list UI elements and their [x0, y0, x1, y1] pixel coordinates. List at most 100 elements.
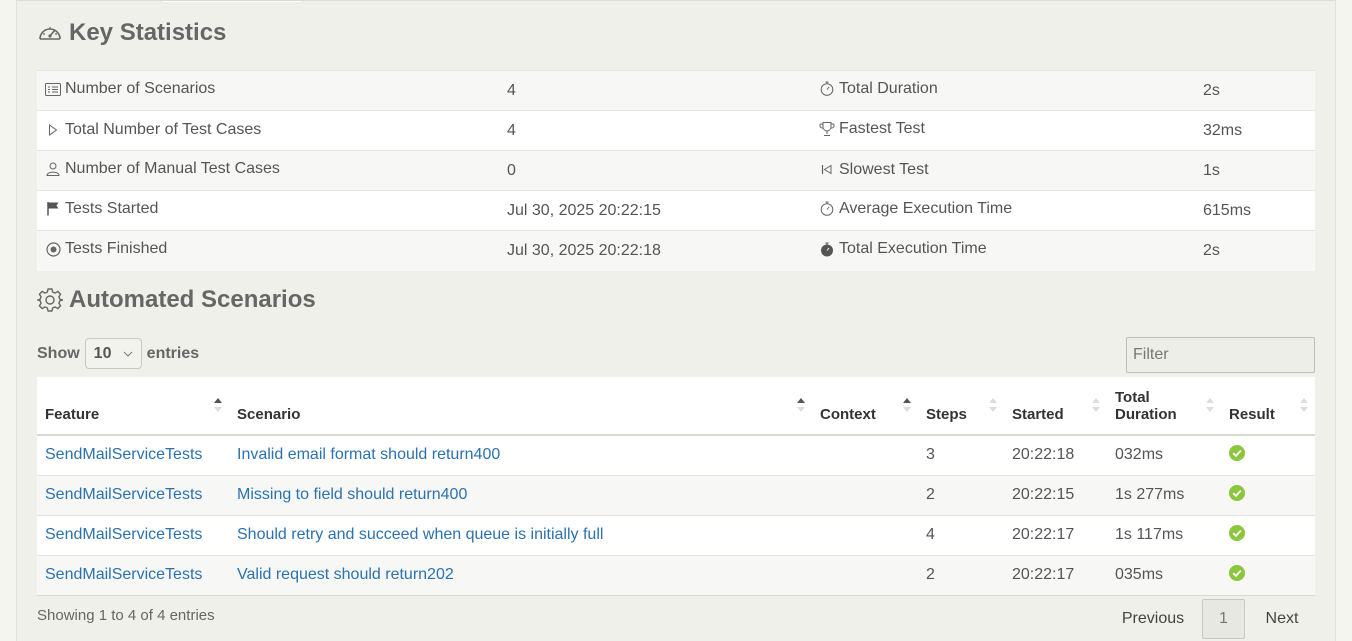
previous-page-button[interactable]: Previous: [1112, 599, 1194, 639]
check-circle-icon: [1229, 484, 1245, 501]
next-page-button[interactable]: Next: [1252, 599, 1312, 639]
feature-link[interactable]: SendMailServiceTests: [45, 446, 202, 463]
filter-input[interactable]: [1126, 337, 1315, 373]
sort-icon: [1092, 398, 1100, 412]
stopwatch-icon: [819, 201, 835, 217]
stat-value: 4: [499, 110, 811, 151]
sort-icon: [1206, 398, 1214, 412]
check-circle-icon: [1229, 444, 1245, 461]
check-circle-icon: [1229, 524, 1245, 541]
column-header-scenario[interactable]: Scenario: [229, 377, 812, 436]
column-header-started[interactable]: Started: [1004, 377, 1107, 436]
sort-icon: [1300, 398, 1308, 412]
table-header-row: Feature Scenario Context Steps Started T…: [37, 377, 1315, 436]
column-label: Result: [1229, 406, 1275, 423]
column-label: Started: [1012, 406, 1064, 423]
stat-label: Fastest Test: [839, 119, 925, 137]
duration-cell: 1s 277ms: [1107, 474, 1221, 515]
column-label: Scenario: [237, 406, 301, 423]
active-tab-indicator: [163, 1, 301, 2]
column-header-result[interactable]: Result: [1221, 377, 1315, 436]
scenario-link[interactable]: Missing to field should return400: [237, 486, 467, 503]
stat-value: Jul 30, 2025 20:22:15: [499, 190, 811, 231]
stopwatch-filled-icon: [819, 241, 835, 257]
column-header-steps[interactable]: Steps: [918, 377, 1004, 436]
section-title-text: Key Statistics: [69, 19, 227, 46]
speedometer-icon: [39, 27, 61, 40]
automated-scenarios-heading: Automated Scenarios: [37, 286, 316, 314]
stat-label: Total Execution Time: [839, 240, 987, 257]
stat-value: 1s: [1195, 150, 1315, 191]
feature-link[interactable]: SendMailServiceTests: [45, 566, 202, 583]
show-label: Show: [37, 344, 80, 362]
started-cell: 20:22:17: [1004, 514, 1107, 555]
stat-label: Tests Finished: [65, 240, 168, 257]
sort-asc-icon: [903, 398, 911, 412]
play-icon: [45, 122, 61, 138]
list-card-icon: [45, 81, 61, 97]
key-statistics-heading: Key Statistics: [37, 19, 226, 47]
steps-cell: 2: [918, 554, 1004, 596]
column-label: Context: [820, 406, 876, 423]
table-row: SendMailServiceTests Valid request shoul…: [37, 554, 1315, 596]
stat-value: 2s: [1195, 230, 1315, 271]
table-info: Showing 1 to 4 of 4 entries: [37, 607, 215, 624]
context-cell: [812, 514, 918, 555]
stat-label: Total Duration: [839, 79, 938, 97]
column-header-feature[interactable]: Feature: [37, 377, 229, 436]
stat-label: Total Number of Test Cases: [65, 120, 262, 138]
skip-back-icon: [819, 162, 835, 178]
key-statistics-table: Number of Scenarios 4 Total Duration 2s …: [37, 70, 1315, 271]
stat-value: 615ms: [1195, 190, 1315, 231]
stopwatch-icon: [819, 81, 835, 97]
column-header-context[interactable]: Context: [812, 377, 918, 436]
scenario-link[interactable]: Valid request should return202: [237, 566, 454, 583]
feature-link[interactable]: SendMailServiceTests: [45, 526, 202, 543]
column-label-line1: Total: [1115, 389, 1150, 406]
stat-value: Jul 30, 2025 20:22:18: [499, 230, 811, 271]
steps-cell: 3: [918, 434, 1004, 475]
scenario-link[interactable]: Should retry and succeed when queue is i…: [237, 526, 603, 543]
stat-value: 2s: [1195, 70, 1315, 111]
stat-value: 4: [499, 70, 811, 111]
stat-value: 0: [499, 150, 811, 191]
trophy-icon: [819, 121, 835, 137]
stop-circle-icon: [45, 241, 61, 257]
steps-cell: 2: [918, 474, 1004, 515]
context-cell: [812, 434, 918, 475]
stat-label: Average Execution Time: [839, 199, 1013, 217]
stat-row: Number of Scenarios 4 Total Duration 2s: [37, 70, 1315, 111]
feature-link[interactable]: SendMailServiceTests: [45, 486, 202, 503]
stat-label: Tests Started: [65, 199, 159, 217]
stat-label: Number of Manual Test Cases: [65, 160, 280, 177]
scenario-link[interactable]: Invalid email format should return400: [237, 446, 500, 463]
page-length-control: Show 10 entries: [37, 338, 199, 369]
page-1-button[interactable]: 1: [1202, 599, 1245, 639]
scenarios-table: Feature Scenario Context Steps Started T…: [37, 377, 1315, 596]
stat-value: 32ms: [1195, 110, 1315, 151]
duration-cell: 1s 117ms: [1107, 514, 1221, 555]
column-label-line2: Duration: [1115, 406, 1177, 423]
started-cell: 20:22:17: [1004, 554, 1107, 596]
column-label: Feature: [45, 406, 100, 423]
context-cell: [812, 554, 918, 596]
report-panel: Key Statistics Number of Scenarios 4 Tot…: [16, 0, 1336, 641]
entries-select-value: 10: [93, 344, 112, 362]
table-row: SendMailServiceTests Invalid email forma…: [37, 434, 1315, 475]
stat-row: Tests Finished Jul 30, 2025 20:22:18 Tot…: [37, 230, 1315, 271]
stat-row: Total Number of Test Cases 4 Fastest Tes…: [37, 110, 1315, 151]
section-title-text: Automated Scenarios: [69, 286, 316, 313]
check-circle-icon: [1229, 564, 1245, 581]
duration-cell: 035ms: [1107, 554, 1221, 596]
entries-select[interactable]: 10: [84, 338, 142, 369]
entries-label: entries: [146, 344, 200, 362]
person-icon: [45, 161, 61, 177]
column-header-total-duration[interactable]: Total Duration: [1107, 377, 1221, 436]
gear-icon: [37, 288, 63, 312]
flag-icon: [45, 201, 61, 217]
started-cell: 20:22:18: [1004, 434, 1107, 475]
duration-cell: 032ms: [1107, 434, 1221, 475]
stat-label: Slowest Test: [839, 160, 929, 178]
stat-row: Tests Started Jul 30, 2025 20:22:15 Aver…: [37, 190, 1315, 231]
steps-cell: 4: [918, 514, 1004, 555]
